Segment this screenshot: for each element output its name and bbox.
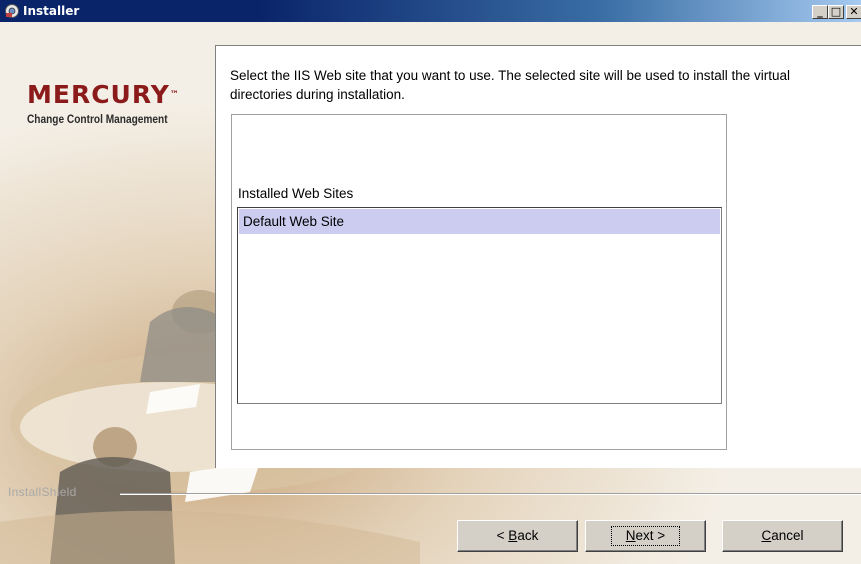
maximize-button[interactable]: □ xyxy=(828,5,844,19)
cancel-button[interactable]: Cancel xyxy=(722,520,843,552)
cancel-rest: ancel xyxy=(771,528,804,543)
installer-app-icon xyxy=(5,4,19,18)
window-title: Installer xyxy=(23,4,80,18)
next-rest: ext > xyxy=(635,528,666,543)
title-bar[interactable]: Installer _ □ ✕ xyxy=(0,0,861,22)
instruction-text: Select the IIS Web site that you want to… xyxy=(230,68,791,102)
cancel-mnemonic: C xyxy=(761,528,772,543)
focus-ring: Next > xyxy=(610,526,681,546)
installed-sites-label: Installed Web Sites xyxy=(238,186,354,201)
next-mnemonic: N xyxy=(625,528,636,543)
list-item[interactable]: Default Web Site xyxy=(239,209,720,234)
close-button[interactable]: ✕ xyxy=(846,5,861,19)
footer-separator xyxy=(120,493,861,495)
product-tagline: Change Control Management xyxy=(27,114,168,126)
minimize-button[interactable]: _ xyxy=(812,5,828,19)
mercury-logo: MERCURY™ xyxy=(27,80,179,109)
installer-window: MERCURY™ Change Control Management Insta… xyxy=(0,0,861,564)
back-mnemonic: B xyxy=(508,528,518,543)
back-rest: ack xyxy=(517,528,539,543)
next-button[interactable]: Next > xyxy=(585,520,706,552)
web-sites-listbox[interactable]: Default Web Site xyxy=(237,207,722,404)
back-prefix: < xyxy=(496,528,509,543)
installshield-label: InstallShield xyxy=(8,485,77,499)
back-button[interactable]: < Back xyxy=(457,520,578,552)
